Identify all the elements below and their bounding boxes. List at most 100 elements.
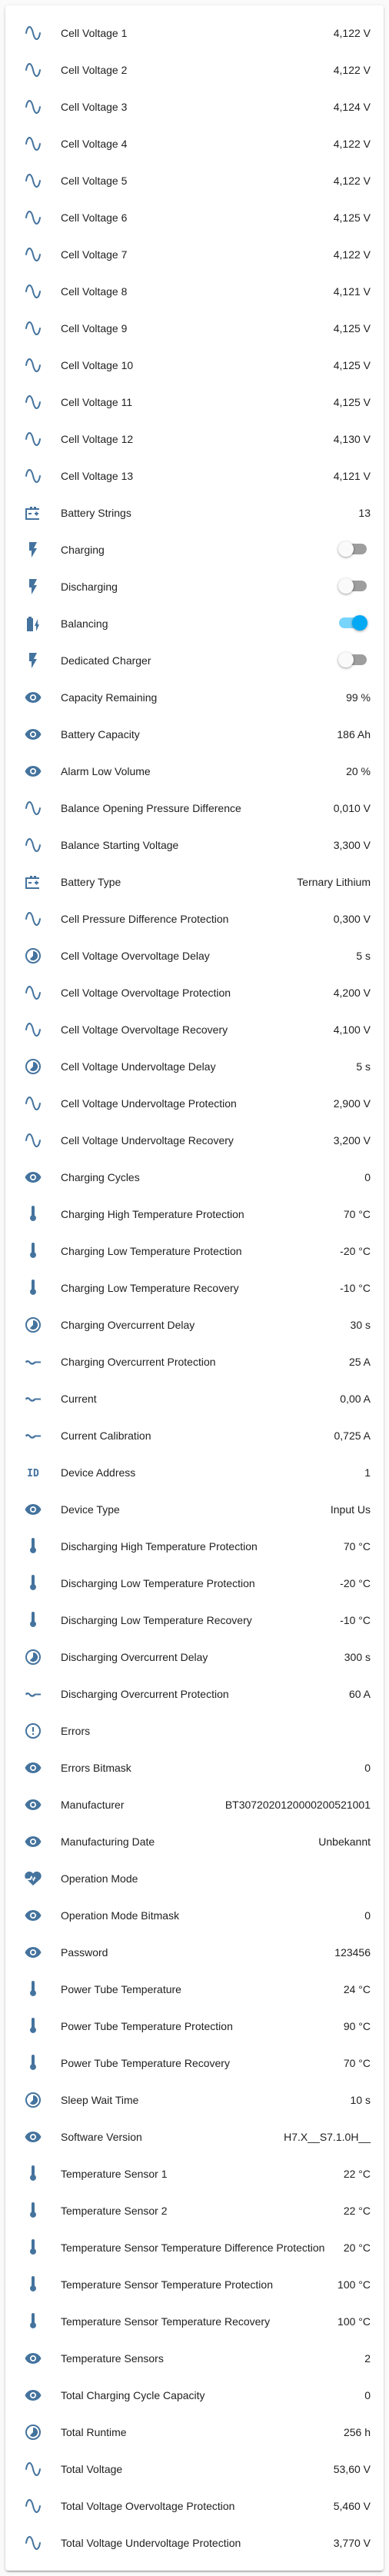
entity-row[interactable]: Device Type Input Us <box>5 1491 384 1528</box>
entity-label[interactable]: Discharging Low Temperature Recovery <box>61 1614 252 1626</box>
entity-row[interactable]: ID Device Address 1 <box>5 1454 384 1491</box>
entity-row[interactable]: Battery Type Ternary Lithium <box>5 864 384 900</box>
entity-row[interactable]: Cell Voltage 2 4,122 V <box>5 52 384 88</box>
entity-label[interactable]: Charging Cycles <box>61 1171 140 1183</box>
entity-row[interactable]: Cell Voltage 11 4,125 V <box>5 384 384 421</box>
entity-label[interactable]: Cell Voltage 3 <box>61 101 127 113</box>
entity-label[interactable]: Cell Voltage 12 <box>61 433 133 445</box>
entity-label[interactable]: Cell Voltage 5 <box>61 175 127 187</box>
entity-label[interactable]: Battery Type <box>61 876 121 888</box>
entity-row[interactable]: Temperature Sensor Temperature Recovery 1… <box>5 2303 384 2340</box>
entity-label[interactable]: Temperature Sensor Temperature Differenc… <box>61 2242 324 2254</box>
entity-label[interactable]: Total Voltage Overvoltage Protection <box>61 2500 234 2512</box>
entity-label[interactable]: Total Voltage Undervoltage Protection <box>61 2537 241 2549</box>
entity-label[interactable]: Temperature Sensor Temperature Protectio… <box>61 2278 273 2291</box>
entity-row[interactable]: Charging Overcurrent Delay 30 s <box>5 1306 384 1343</box>
entity-row[interactable]: Cell Voltage 3 4,124 V <box>5 88 384 125</box>
entity-row[interactable]: Capacity Remaining 99 % <box>5 679 384 716</box>
entity-label[interactable]: Password <box>61 1946 108 1959</box>
entity-label[interactable]: Cell Voltage Undervoltage Protection <box>61 1097 237 1110</box>
entity-label[interactable]: Charging <box>61 544 105 556</box>
entity-row[interactable]: Cell Voltage 8 4,121 V <box>5 273 384 310</box>
entity-row[interactable]: Cell Voltage 5 4,122 V <box>5 162 384 199</box>
entity-row[interactable]: Cell Voltage Undervoltage Protection 2,90… <box>5 1085 384 1122</box>
entity-label[interactable]: Current Calibration <box>61 1429 151 1442</box>
entity-toggle[interactable] <box>338 652 367 667</box>
entity-row[interactable]: Battery Strings 13 <box>5 494 384 531</box>
toggle-knob[interactable] <box>352 615 367 631</box>
entity-row[interactable]: Charging Low Temperature Protection -20 °… <box>5 1233 384 1270</box>
entity-row[interactable]: Temperature Sensor Temperature Protectio… <box>5 2266 384 2303</box>
entity-label[interactable]: Discharging <box>61 581 118 593</box>
entity-label[interactable]: Cell Pressure Difference Protection <box>61 913 228 925</box>
entity-label[interactable]: Cell Voltage 13 <box>61 470 133 482</box>
entity-label[interactable]: Total Voltage <box>61 2463 122 2475</box>
entity-label[interactable]: Temperature Sensor 1 <box>61 2168 168 2180</box>
entity-row[interactable]: Power Tube Temperature 24 °C <box>5 1971 384 2008</box>
entity-label[interactable]: Errors <box>61 1725 90 1737</box>
entity-row[interactable]: Discharging Overcurrent Protection 60 A <box>5 1676 384 1712</box>
entity-row[interactable]: Alarm Low Volume 20 % <box>5 753 384 790</box>
entity-row[interactable]: Operation Mode <box>5 1860 384 1897</box>
entity-label[interactable]: Temperature Sensor Temperature Recovery <box>61 2315 270 2328</box>
entity-row[interactable]: Balance Opening Pressure Difference 0,010… <box>5 790 384 827</box>
entity-row[interactable]: Cell Voltage Undervoltage Delay 5 s <box>5 1048 384 1085</box>
entity-label[interactable]: Cell Voltage 4 <box>61 138 127 150</box>
entity-label[interactable]: Manufacturing Date <box>61 1835 155 1848</box>
entity-row[interactable]: Cell Voltage 4 4,122 V <box>5 125 384 162</box>
entity-row[interactable]: Total Charging Cycle Capacity 0 <box>5 2377 384 2414</box>
entity-label[interactable]: Cell Voltage Undervoltage Delay <box>61 1060 216 1073</box>
entity-row[interactable]: Software Version H7.X__S7.1.0H__ <box>5 2118 384 2155</box>
entity-toggle[interactable] <box>339 615 367 631</box>
entity-label[interactable]: Balance Starting Voltage <box>61 839 178 851</box>
entity-label[interactable]: Operation Mode <box>61 1872 138 1885</box>
entity-label[interactable]: Battery Strings <box>61 507 131 519</box>
entity-row[interactable]: Total Runtime 256 h <box>5 2414 384 2451</box>
entity-label[interactable]: Device Type <box>61 1503 120 1516</box>
entity-label[interactable]: Power Tube Temperature <box>61 1983 181 1995</box>
entity-row[interactable]: Temperature Sensor Temperature Differenc… <box>5 2229 384 2266</box>
entity-row[interactable]: Charging High Temperature Protection 70 °… <box>5 1196 384 1233</box>
entity-label[interactable]: Dedicated Charger <box>61 654 151 667</box>
entity-label[interactable]: Discharging High Temperature Protection <box>61 1540 258 1553</box>
entity-label[interactable]: Total Runtime <box>61 2426 127 2438</box>
entity-label[interactable]: Charging Low Temperature Recovery <box>61 1282 239 1294</box>
entity-label[interactable]: Cell Voltage Overvoltage Delay <box>61 950 210 962</box>
entity-row[interactable]: Temperature Sensor 2 22 °C <box>5 2192 384 2229</box>
entity-row[interactable]: Cell Voltage 10 4,125 V <box>5 347 384 384</box>
entity-row[interactable]: Total Voltage 53,60 V <box>5 2451 384 2488</box>
entity-row[interactable]: Charging <box>5 531 384 568</box>
entity-row[interactable]: Errors <box>5 1712 384 1749</box>
entity-row[interactable]: Discharging Low Temperature Recovery -10 … <box>5 1602 384 1639</box>
entity-row[interactable]: Total Voltage Overvoltage Protection 5,46… <box>5 2488 384 2524</box>
entity-label[interactable]: Manufacturer <box>61 1799 124 1811</box>
entity-label[interactable]: Software Version <box>61 2131 142 2143</box>
entity-label[interactable]: Temperature Sensor 2 <box>61 2205 168 2217</box>
entity-row[interactable]: Power Tube Temperature Recovery 70 °C <box>5 2045 384 2082</box>
entity-row[interactable]: Cell Voltage 1 4,122 V <box>5 15 384 52</box>
entity-label[interactable]: Discharging Overcurrent Delay <box>61 1651 208 1663</box>
entity-label[interactable]: Cell Voltage Overvoltage Protection <box>61 987 231 999</box>
entity-label[interactable]: Balance Opening Pressure Difference <box>61 802 241 814</box>
entity-row[interactable]: Cell Voltage 9 4,125 V <box>5 310 384 347</box>
entity-label[interactable]: Errors Bitmask <box>61 1762 131 1774</box>
entity-label[interactable]: Charging Overcurrent Delay <box>61 1319 194 1331</box>
entity-row[interactable]: Discharging High Temperature Protection 7… <box>5 1528 384 1565</box>
entity-row[interactable]: Battery Capacity 186 Ah <box>5 716 384 753</box>
entity-row[interactable]: Cell Voltage 7 4,122 V <box>5 236 384 273</box>
entity-label[interactable]: Cell Voltage 10 <box>61 359 133 371</box>
entity-row[interactable]: Dedicated Charger <box>5 642 384 679</box>
entity-row[interactable]: Cell Pressure Difference Protection 0,300… <box>5 900 384 937</box>
entity-row[interactable]: Charging Cycles 0 <box>5 1159 384 1196</box>
entity-row[interactable]: Balance Starting Voltage 3,300 V <box>5 827 384 864</box>
entity-row[interactable]: Temperature Sensor 1 22 °C <box>5 2155 384 2192</box>
entity-row[interactable]: Current 0,00 A <box>5 1380 384 1417</box>
entity-label[interactable]: Balancing <box>61 617 108 630</box>
toggle-knob[interactable] <box>338 652 354 667</box>
entity-row[interactable]: Temperature Sensors 2 <box>5 2340 384 2377</box>
entity-label[interactable]: Operation Mode Bitmask <box>61 1909 179 1922</box>
entity-row[interactable]: Password 123456 <box>5 1934 384 1971</box>
entity-row[interactable]: Discharging <box>5 568 384 605</box>
entity-row[interactable]: Balancing <box>5 605 384 642</box>
entity-label[interactable]: Cell Voltage Undervoltage Recovery <box>61 1134 234 1147</box>
